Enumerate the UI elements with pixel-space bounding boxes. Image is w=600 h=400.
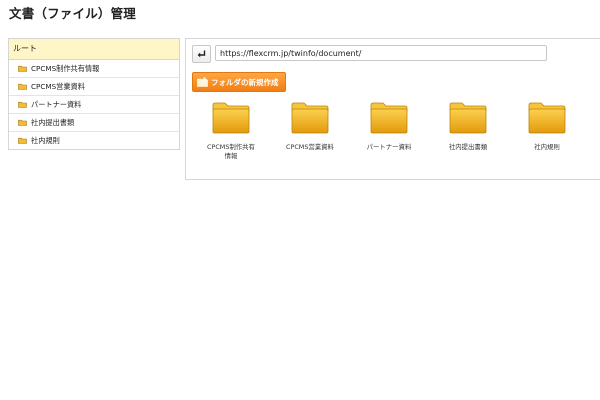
folder-label: CPCMS営業資料 (286, 143, 334, 151)
folder-tile-partner[interactable]: パートナー資料 (354, 102, 424, 152)
sidebar-item-partner[interactable]: パートナー資料 (9, 96, 179, 114)
sidebar-item-label: パートナー資料 (31, 100, 82, 109)
folder-label: パートナー資料 (366, 143, 412, 151)
folder-icon (291, 102, 329, 134)
sidebar-item-internal-submissions[interactable]: 社内提出書類 (9, 114, 179, 132)
path-input[interactable] (215, 45, 547, 61)
folder-icon (212, 102, 250, 134)
sidebar-item-label: 社内規則 (31, 136, 60, 145)
folder-icon (18, 119, 27, 126)
new-folder-button[interactable]: フォルダの新規作成 (192, 72, 286, 92)
folder-icon (18, 83, 27, 90)
sidebar-item-label: 社内提出書類 (31, 118, 75, 127)
folder-label: 社内規則 (534, 143, 560, 151)
parent-folder-button[interactable] (192, 45, 211, 63)
folder-label: CPCMS制作共有情報 (207, 143, 255, 160)
folder-tile-cpcms-shared[interactable]: CPCMS制作共有情報 (196, 102, 266, 161)
file-browser-panel: フォルダの新規作成 CPCMS制作共有情報 (185, 38, 600, 180)
sidebar-item-cpcms-shared[interactable]: CPCMS制作共有情報 (9, 60, 179, 78)
sidebar-item-internal-rules[interactable]: 社内規則 (9, 132, 179, 149)
page-title: 文書（ファイル）管理 (9, 6, 137, 21)
folder-icon (18, 137, 27, 144)
sidebar-item-label: CPCMS制作共有情報 (31, 64, 100, 73)
folder-icon (18, 101, 27, 108)
folder-icon (528, 102, 566, 134)
sidebar-item-cpcms-sales[interactable]: CPCMS営業資料 (9, 78, 179, 96)
folder-tree: ルート CPCMS制作共有情報 CPCMS営業資料 パートナー資料 社内提出書類… (8, 38, 180, 150)
folder-tile-internal-rules[interactable]: 社内規則 (512, 102, 582, 152)
sidebar-item-label: CPCMS営業資料 (31, 82, 85, 91)
folder-tile-internal-submissions[interactable]: 社内提出書類 (433, 102, 503, 152)
folder-icon (370, 102, 408, 134)
folder-label: 社内提出書類 (448, 143, 488, 151)
folder-grid: CPCMS制作共有情報 CPCMS営業資料 パートナー資料 社内提出書類 社内規… (186, 102, 586, 172)
new-folder-label: フォルダの新規作成 (211, 77, 279, 87)
add-folder-icon (197, 77, 208, 87)
tree-root[interactable]: ルート (9, 39, 179, 60)
folder-tile-cpcms-sales[interactable]: CPCMS営業資料 (275, 102, 345, 152)
return-arrow-icon (197, 50, 205, 57)
folder-icon (449, 102, 487, 134)
folder-icon (18, 65, 27, 72)
